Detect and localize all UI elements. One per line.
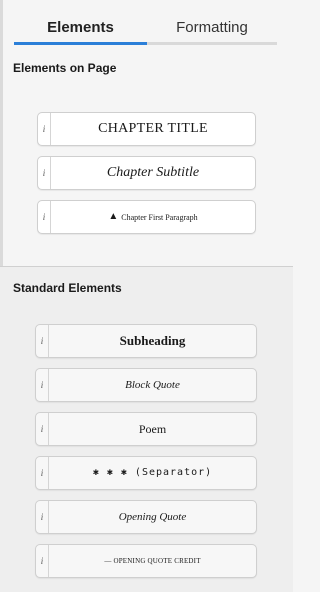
info-icon[interactable]: i — [38, 113, 51, 145]
info-icon[interactable]: i — [36, 545, 49, 577]
element-label: — OPENING QUOTE CREDIT — [104, 557, 201, 565]
element-chapter-subtitle[interactable]: i Chapter Subtitle — [37, 156, 256, 190]
info-icon[interactable]: i — [36, 369, 49, 401]
element-poem[interactable]: i Poem — [35, 412, 257, 446]
element-label: Block Quote — [125, 379, 180, 391]
element-label-wrap: ▲ Chapter First Paragraph — [51, 201, 255, 233]
section-title-elements-on-page: Elements on Page — [13, 61, 117, 75]
element-subheading[interactable]: i Subheading — [35, 324, 257, 358]
element-label: Poem — [138, 422, 167, 436]
info-icon[interactable]: i — [36, 413, 49, 445]
element-label: Chapter First Paragraph — [121, 213, 198, 222]
tab-formatting[interactable]: Formatting — [147, 12, 277, 44]
element-label: CHAPTER TITLE — [98, 121, 208, 136]
info-icon[interactable]: i — [36, 457, 49, 489]
element-label: ✱ ✱ ✱ (Separator) — [92, 467, 213, 478]
element-label: Opening Quote — [118, 511, 187, 523]
element-opening-quote-credit[interactable]: i — OPENING QUOTE CREDIT — [35, 544, 257, 578]
info-icon[interactable]: i — [36, 325, 49, 357]
tab-elements[interactable]: Elements — [14, 12, 147, 44]
element-label: Chapter Subtitle — [106, 165, 200, 180]
elements-panel: Elements Formatting Elements on Page i C… — [0, 0, 293, 592]
tab-active-indicator — [14, 42, 147, 45]
info-icon[interactable]: i — [38, 157, 51, 189]
element-block-quote[interactable]: i Block Quote — [35, 368, 257, 402]
element-chapter-first-paragraph[interactable]: i ▲ Chapter First Paragraph — [37, 200, 256, 234]
element-label: Subheading — [119, 333, 186, 348]
element-opening-quote[interactable]: i Opening Quote — [35, 500, 257, 534]
element-chapter-title[interactable]: i CHAPTER TITLE — [37, 112, 256, 146]
info-icon[interactable]: i — [38, 201, 51, 233]
element-separator[interactable]: i ✱ ✱ ✱ (Separator) — [35, 456, 257, 490]
drop-cap-icon: ▲ — [108, 211, 119, 222]
info-icon[interactable]: i — [36, 501, 49, 533]
section-title-standard-elements: Standard Elements — [13, 281, 122, 295]
